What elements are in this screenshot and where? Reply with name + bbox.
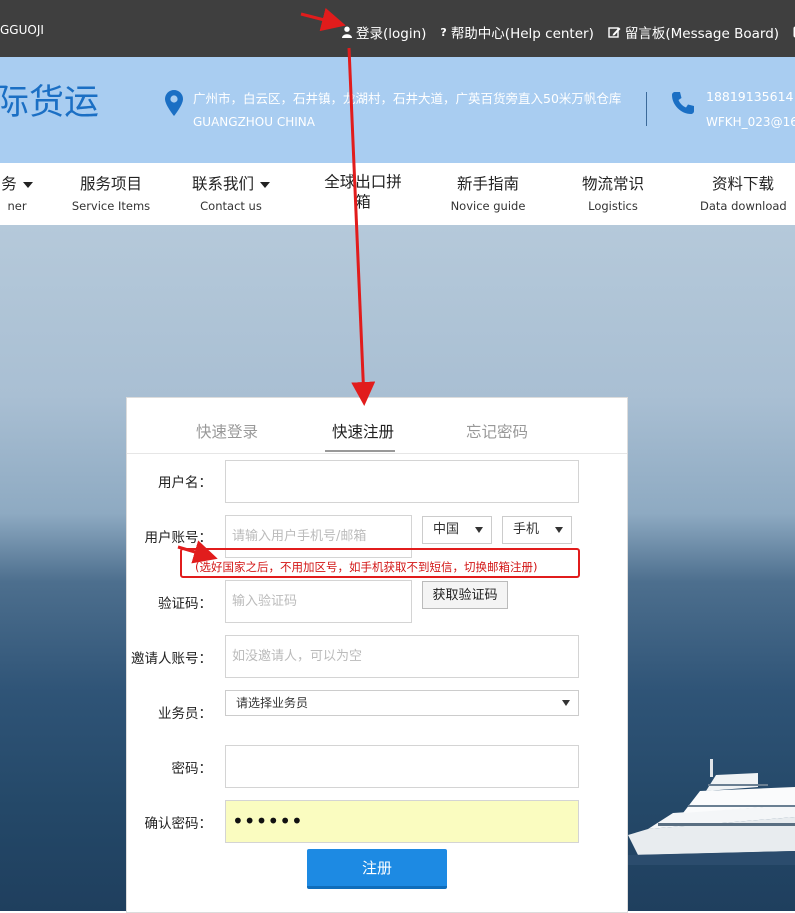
address-city: GUANGZHOU CHINA	[193, 115, 315, 129]
nav-item-service-items[interactable]: 服务项目 Service Items	[70, 163, 152, 225]
top-bar: GGUOJI 登录(login) ? 帮助中心(Help center) 留言板…	[0, 0, 795, 57]
header-divider	[646, 92, 647, 126]
caret-down-icon	[260, 181, 270, 188]
tab-quick-login[interactable]: 快速登录	[196, 420, 258, 442]
inviter-field[interactable]	[225, 635, 579, 678]
login-link-label: 登录(login)	[356, 26, 427, 42]
phone-number: 18819135614	[706, 89, 794, 104]
nav-item-novice-guide[interactable]: 新手指南 Novice guide	[448, 163, 528, 225]
site-name: GGUOJI	[0, 23, 44, 37]
password-label: 密码：	[171, 761, 213, 777]
confirm-password-field[interactable]: ••••••	[225, 800, 579, 843]
confirm-password-label: 确认密码：	[144, 816, 213, 832]
select-arrow-icon	[562, 700, 570, 706]
user-icon	[342, 26, 352, 38]
country-select[interactable]: 中国	[422, 516, 492, 544]
register-submit-button[interactable]: 注册	[307, 849, 447, 889]
edit-icon	[608, 26, 621, 38]
nav-item-label: 资料下载	[711, 175, 774, 193]
phone-icon	[672, 92, 694, 114]
yacht-image	[628, 759, 795, 865]
account-label: 用户账号：	[144, 530, 213, 546]
active-tab-indicator	[325, 450, 395, 452]
select-arrow-icon	[555, 527, 563, 533]
nav-item-label: 全球出口拼箱	[324, 173, 402, 211]
salesperson-label: 业务员：	[158, 706, 212, 722]
nav-item-en: Data download	[700, 199, 787, 213]
nav-item-label: 物流常识	[581, 175, 644, 193]
nav-item-partial[interactable]: 务 ner	[0, 163, 42, 225]
tab-forgot-password[interactable]: 忘记密码	[466, 420, 528, 442]
salesperson-select[interactable]: 请选择业务员	[225, 690, 579, 716]
hint-text: (选好国家之后，不用加区号，如手机获取不到短信，切换邮箱注册)	[195, 560, 538, 574]
message-board-label: 留言板(Message Board)	[624, 26, 780, 42]
nav-item-label: 务	[1, 175, 17, 193]
nav-item-label: 新手指南	[456, 175, 519, 193]
salesperson-select-value: 请选择业务员	[236, 696, 309, 710]
question-icon: ?	[440, 25, 447, 39]
nav-item-en: Novice guide	[450, 199, 526, 213]
inviter-label: 邀请人账号：	[131, 651, 212, 667]
tab-divider	[127, 453, 627, 454]
contact-email: WFKH_023@163	[706, 115, 795, 129]
main-nav: 务 ner 服务项目 Service Items 联系我们 Contact us…	[0, 163, 795, 226]
code-label: 验证码：	[158, 596, 212, 612]
username-field[interactable]	[225, 460, 579, 503]
nav-item-en: ner	[7, 199, 27, 213]
help-center-link[interactable]: ? 帮助中心(Help center)	[440, 22, 594, 43]
caret-down-icon	[22, 181, 33, 188]
nav-item-label: 联系我们	[191, 175, 254, 193]
nav-item-en: Logistics	[588, 199, 638, 213]
nav-item-en: Service Items	[71, 199, 151, 213]
location-pin-icon	[165, 90, 183, 116]
tab-quick-register[interactable]: 快速注册	[332, 420, 394, 442]
login-link[interactable]: 登录(login)	[342, 22, 426, 42]
country-select-value: 中国	[433, 522, 460, 537]
address-line: 广州市，白云区，石井镇，龙湖村，石井大道，广英百货旁直入50米万帆仓库	[193, 91, 622, 106]
password-field[interactable]	[225, 745, 579, 788]
method-select[interactable]: 手机	[502, 516, 572, 544]
register-form-card: 快速登录 快速注册 忘记密码 用户名： 用户账号： 中国 手机 (选好国家之后，…	[126, 397, 628, 913]
nav-item-contact-us[interactable]: 联系我们 Contact us	[186, 163, 276, 225]
nav-item-en: Contact us	[200, 199, 262, 213]
get-code-button[interactable]: 获取验证码	[422, 581, 508, 609]
nav-item-logistics[interactable]: 物流常识 Logistics	[573, 163, 653, 225]
nav-item-label: 服务项目	[79, 175, 142, 193]
help-center-label: 帮助中心(Help center)	[450, 26, 594, 42]
top-links: 登录(login) ? 帮助中心(Help center) 留言板(Messag…	[342, 22, 795, 42]
nav-item-global-export[interactable]: 全球出口拼箱	[318, 163, 408, 225]
confirm-password-value: ••••••	[232, 809, 303, 833]
method-select-value: 手机	[513, 522, 540, 537]
select-arrow-icon	[475, 527, 483, 533]
message-board-link[interactable]: 留言板(Message Board)	[608, 22, 779, 42]
verification-code-field[interactable]	[225, 580, 412, 623]
site-logo-text[interactable]: 际货运	[0, 74, 99, 125]
nav-item-data-download[interactable]: 资料下载 Data download	[700, 163, 787, 225]
username-label: 用户名：	[158, 475, 212, 491]
